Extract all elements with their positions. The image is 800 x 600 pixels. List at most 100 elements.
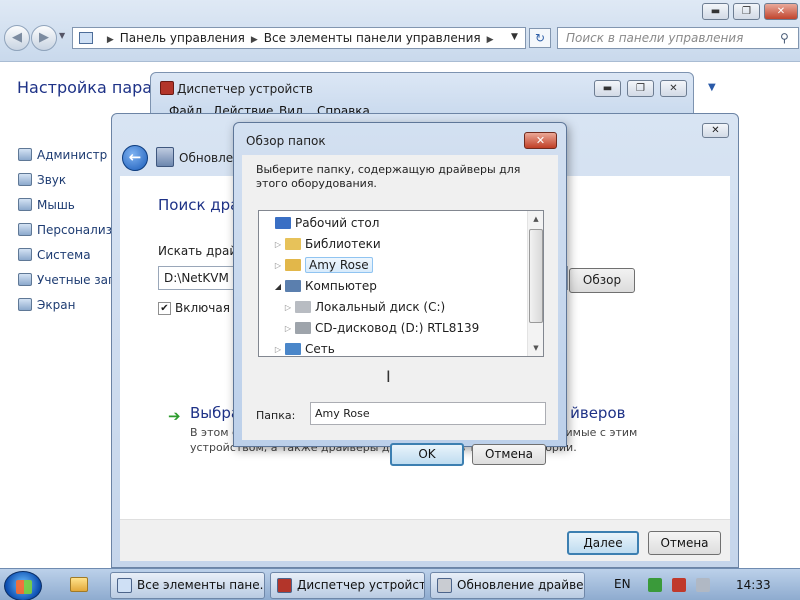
explorer-toolbar: ▬ ❐ ✕ ◀ ▶ ▼ ▶ Панель управления ▶ Все элеме… <box>0 0 800 62</box>
minimize-button[interactable]: ▬ <box>702 3 729 20</box>
start-button[interactable] <box>4 571 42 600</box>
tree-item[interactable]: ▷ Amy Rose <box>273 255 373 276</box>
browse-button[interactable]: Обзор <box>569 268 635 293</box>
tree-item-label: Библиотеки <box>305 237 381 251</box>
cp-item-label: Система <box>37 248 91 262</box>
taskbar-item-device-manager[interactable]: Диспетчер устройств <box>270 572 425 599</box>
language-indicator[interactable]: EN <box>614 577 631 591</box>
windows-logo-icon <box>16 580 32 594</box>
folder-tree[interactable]: Рабочий стол ▷ Библиотеки ▷ Amy Rose ◢ Компьют… <box>258 210 544 357</box>
tree-scrollbar[interactable]: ▲ ▼ <box>527 211 543 356</box>
close-button[interactable]: ✕ <box>764 3 798 20</box>
cp-item-sound[interactable]: Звук <box>18 172 66 188</box>
view-dropdown-icon[interactable]: ▼ <box>708 82 716 93</box>
cp-item-mouse[interactable]: Мышь <box>18 197 75 213</box>
desc-left: В этом с <box>190 426 239 439</box>
tree-item-label: Локальный диск (C:) <box>315 300 446 314</box>
explorer-folder-icon[interactable] <box>70 577 88 592</box>
cp-item-label: Администр <box>37 148 108 162</box>
device-icon <box>156 147 174 167</box>
tree-item-label: Рабочий стол <box>295 216 380 230</box>
tree-item[interactable]: ▷ Локальный диск (C:) <box>283 297 445 318</box>
taskbar-item-update-driver[interactable]: Обновление драйве... <box>430 572 585 599</box>
cancel-button[interactable]: Отмена <box>472 444 546 465</box>
pick-title-right: йверов <box>570 404 626 422</box>
breadcrumb-separator-icon: ▶ <box>486 35 494 45</box>
device-icon <box>437 578 452 593</box>
control-panel-icon <box>79 32 93 44</box>
tree-item[interactable]: ◢ Компьютер <box>273 276 377 297</box>
desktop-icon <box>275 217 291 229</box>
breadcrumb-separator-icon: ▶ <box>106 35 114 45</box>
tree-item-label: CD-дисковод (D:) RTL8139 <box>315 321 480 335</box>
cp-item-display[interactable]: Экран <box>18 297 75 313</box>
back-button[interactable]: ◀ <box>4 25 30 51</box>
maximize-button[interactable]: ❐ <box>733 3 760 20</box>
close-button[interactable]: ✕ <box>702 123 729 138</box>
folder-label: Папка: <box>256 409 296 422</box>
recent-pages-icon[interactable]: ▼ <box>59 31 65 40</box>
cp-item-label: Мышь <box>37 198 75 212</box>
network-error-icon[interactable] <box>672 578 686 592</box>
include-subfolders-checkbox[interactable]: ✔ <box>158 302 171 315</box>
folder-input[interactable]: Amy Rose <box>310 402 546 425</box>
user-folder-icon <box>285 259 301 271</box>
computer-icon <box>285 280 301 292</box>
task-label: Диспетчер устройств <box>297 578 425 592</box>
tree-item[interactable]: ▷ Библиотеки <box>273 234 381 255</box>
administration-icon <box>18 148 32 161</box>
breadcrumb-separator-icon: ▶ <box>250 35 258 45</box>
mouse-icon <box>18 198 32 211</box>
dialog-title: Обзор папок <box>246 134 326 148</box>
volume-muted-icon[interactable] <box>696 578 710 592</box>
device-manager-icon <box>160 81 174 95</box>
green-arrow-icon: ➔ <box>168 407 181 425</box>
dialog-body: Выберите папку, содержащую драйверы для … <box>242 155 558 466</box>
task-label: Все элементы пане... <box>137 578 265 592</box>
close-button[interactable]: ✕ <box>660 80 687 97</box>
cancel-button[interactable]: Отмена <box>648 531 721 555</box>
search-icon[interactable]: ⚲ <box>780 31 789 45</box>
breadcrumb-all-items[interactable]: Все элементы панели управления <box>264 31 481 45</box>
tree-expander-icon[interactable]: ▷ <box>283 318 293 339</box>
tree-expander-icon[interactable]: ◢ <box>273 276 283 297</box>
speaker-icon <box>18 173 32 186</box>
tree-expander-icon[interactable]: ▷ <box>273 339 283 356</box>
close-button[interactable]: ✕ <box>524 132 557 149</box>
users-icon <box>18 273 32 286</box>
ok-button[interactable]: OK <box>390 443 464 466</box>
breadcrumb-control-panel[interactable]: Панель управления <box>120 31 245 45</box>
tree-item[interactable]: ▷ Сеть <box>273 339 335 356</box>
browse-folder-dialog: Обзор папок ✕ Выберите папку, содержащую… <box>233 122 567 466</box>
tree-item-label: Amy Rose <box>305 257 373 273</box>
tree-item[interactable]: ▷ CD-дисковод (D:) RTL8139 <box>283 318 479 339</box>
refresh-icon[interactable]: ↻ <box>529 28 551 48</box>
display-icon <box>18 298 32 311</box>
cp-item-label: Экран <box>37 298 76 312</box>
tree-expander-icon[interactable]: ▷ <box>283 297 293 318</box>
forward-button[interactable]: ▶ <box>31 25 57 51</box>
window-title: Диспетчер устройств <box>177 82 314 96</box>
cp-item-user-accounts[interactable]: Учетные запи <box>18 272 124 288</box>
scroll-up-icon[interactable]: ▲ <box>528 211 543 227</box>
scroll-down-icon[interactable]: ▼ <box>528 340 543 356</box>
next-button[interactable]: Далее <box>567 531 639 555</box>
address-dropdown-icon[interactable]: ▼ <box>511 32 518 42</box>
scroll-thumb[interactable] <box>529 229 543 323</box>
back-button[interactable]: ← <box>122 145 148 171</box>
tree-expander-icon[interactable]: ▷ <box>273 234 283 255</box>
tree-item[interactable]: Рабочий стол <box>263 213 379 234</box>
cp-item-administration[interactable]: Администр <box>18 147 107 163</box>
cd-drive-icon <box>295 322 311 334</box>
tree-expander-icon[interactable]: ▷ <box>273 255 283 276</box>
taskbar-item-control-panel[interactable]: Все элементы пане... <box>110 572 265 599</box>
minimize-button[interactable]: ▬ <box>594 80 621 97</box>
wizard-footer: Далее Отмена <box>120 519 730 561</box>
maximize-button[interactable]: ❐ <box>627 80 654 97</box>
clock[interactable]: 14:33 <box>736 578 771 592</box>
address-bar[interactable]: ▶ Панель управления ▶ Все элементы панели у… <box>72 27 526 49</box>
search-input[interactable]: Поиск в панели управления <box>557 27 799 49</box>
cp-item-system[interactable]: Система <box>18 247 91 263</box>
cp-item-personalization[interactable]: Персонализ <box>18 222 112 238</box>
action-center-icon[interactable] <box>648 578 662 592</box>
